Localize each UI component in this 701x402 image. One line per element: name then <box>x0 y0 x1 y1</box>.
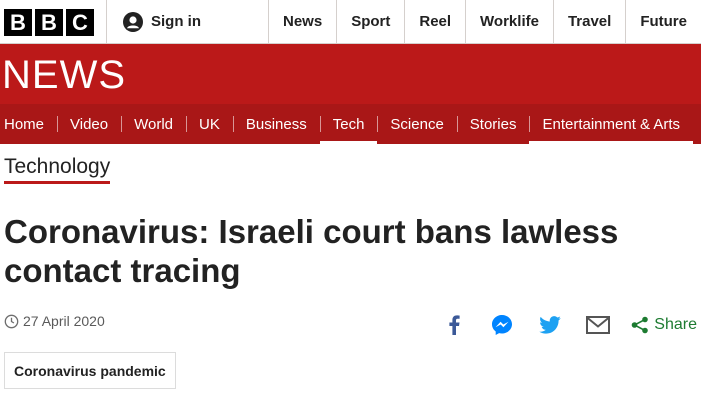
top-nav-sport[interactable]: Sport <box>336 0 404 43</box>
section-nav-entertainment-arts[interactable]: Entertainment & Arts <box>529 104 693 144</box>
article-headline: Coronavirus: Israeli court bans lawless … <box>4 213 619 289</box>
logo-letter-c: C <box>66 8 94 36</box>
section-title-link[interactable]: Technology <box>4 153 111 184</box>
share-button[interactable]: Share <box>631 316 697 334</box>
facebook-share-button[interactable] <box>439 310 469 340</box>
email-share-button[interactable] <box>583 310 613 340</box>
article-date: 27 April 2020 <box>23 313 105 329</box>
bbc-logo[interactable]: B B C <box>0 0 94 44</box>
section-nav-stories[interactable]: Stories <box>456 104 530 144</box>
top-nav: News Sport Reel Worklife Travel Future <box>268 0 701 43</box>
section-nav-home[interactable]: Home <box>0 104 57 144</box>
section-nav-world[interactable]: World <box>121 104 186 144</box>
messenger-share-button[interactable] <box>487 310 517 340</box>
email-icon <box>586 316 611 334</box>
top-bar: B B C Sign in News Sport Reel Worklife T… <box>0 0 701 44</box>
section-nav-business[interactable]: Business <box>232 104 320 144</box>
share-icon <box>631 316 649 334</box>
topic-tag[interactable]: Coronavirus pandemic <box>4 352 176 389</box>
twitter-share-button[interactable] <box>535 310 565 340</box>
clock-icon <box>4 314 19 328</box>
section-title-underline <box>4 181 111 184</box>
section-nav-video[interactable]: Video <box>57 104 121 144</box>
section-nav: Home Video World UK Business Tech Scienc… <box>0 104 701 144</box>
top-nav-worklife[interactable]: Worklife <box>465 0 553 43</box>
facebook-icon <box>449 315 460 335</box>
sign-in-button[interactable]: Sign in <box>106 0 219 43</box>
top-nav-reel[interactable]: Reel <box>404 0 465 43</box>
top-nav-travel[interactable]: Travel <box>552 0 625 43</box>
user-icon <box>123 11 143 32</box>
share-label: Share <box>654 316 697 333</box>
section-nav-tech[interactable]: Tech <box>319 104 378 144</box>
news-title-link[interactable]: NEWS <box>2 50 126 100</box>
section-title-text: Technology <box>4 155 111 178</box>
section-nav-science[interactable]: Science <box>377 104 456 144</box>
twitter-icon <box>539 316 562 334</box>
share-tools: Share <box>439 310 697 340</box>
messenger-icon <box>492 315 513 335</box>
news-banner: NEWS <box>0 44 701 104</box>
logo-letter-b1: B <box>4 8 32 36</box>
section-nav-uk[interactable]: UK <box>186 104 233 144</box>
top-nav-news[interactable]: News <box>268 0 336 43</box>
top-nav-future[interactable]: Future <box>625 0 701 43</box>
sign-in-label: Sign in <box>151 13 201 30</box>
article-meta: 27 April 2020 <box>4 313 105 329</box>
logo-letter-b2: B <box>35 8 63 36</box>
